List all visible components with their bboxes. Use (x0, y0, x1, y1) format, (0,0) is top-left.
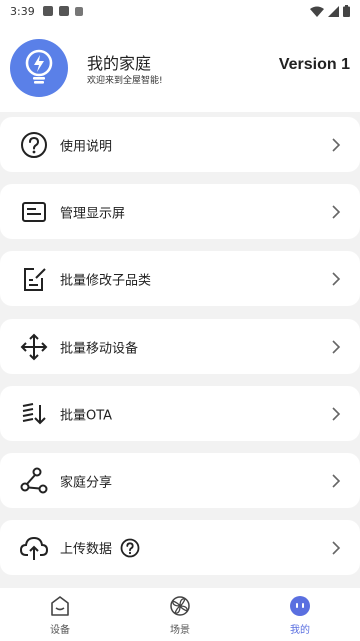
tab-label: 设备 (50, 624, 70, 636)
tab-profile[interactable]: 我的 (240, 588, 360, 641)
lightbulb-icon[interactable] (10, 39, 68, 97)
chevron-right-icon (332, 406, 341, 421)
menu-label: 上传数据 (60, 538, 140, 558)
menu-label: 批量修改子品类 (60, 273, 152, 288)
tab-devices[interactable]: 设备 (0, 588, 120, 641)
menu-label: 家庭分享 (60, 475, 113, 490)
wifi-icon (310, 6, 324, 17)
menu-item-batch-edit-subcategory[interactable]: 批量修改子品类 (0, 251, 360, 306)
menu-label: 管理显示屏 (60, 206, 126, 221)
edit-document-icon (20, 265, 48, 293)
device-icon (48, 594, 72, 618)
display-icon (20, 198, 48, 226)
battery-icon (343, 5, 350, 17)
bottom-tab-bar: 设备 场景 我的 (0, 588, 360, 641)
tab-label: 我的 (290, 624, 310, 636)
menu-item-instructions[interactable]: 使用说明 (0, 117, 360, 172)
chevron-right-icon (332, 271, 341, 286)
tab-label: 场景 (170, 624, 190, 636)
notification-icon (42, 6, 53, 16)
home-title[interactable]: 我的家庭 (87, 50, 151, 74)
chevron-right-icon (332, 204, 341, 219)
help-icon[interactable] (120, 538, 140, 558)
ota-update-icon (20, 400, 48, 428)
status-time: 3:39 (10, 4, 35, 18)
menu-item-family-share[interactable]: 家庭分享 (0, 453, 360, 508)
home-header: 我的家庭 欢迎来到全屋智能! Version 1 (0, 22, 360, 112)
question-circle-icon (20, 131, 48, 159)
home-subtitle: 欢迎来到全屋智能! (87, 76, 163, 86)
menu-item-batch-move-devices[interactable]: 批量移动设备 (0, 319, 360, 374)
notification-icon (58, 6, 69, 16)
menu-item-manage-display[interactable]: 管理显示屏 (0, 184, 360, 239)
notification-icon (74, 6, 83, 16)
move-arrows-icon (20, 333, 48, 361)
signal-icon (328, 5, 339, 17)
version-label: Version 1 (278, 56, 350, 73)
chevron-right-icon (332, 473, 341, 488)
menu-item-batch-ota[interactable]: 批量OTA (0, 386, 360, 441)
chevron-right-icon (332, 540, 341, 555)
menu-item-upload-data[interactable]: 上传数据 (0, 520, 360, 575)
scene-icon (168, 594, 192, 618)
menu-label: 批量OTA (60, 408, 113, 423)
upload-data-label: 上传数据 (60, 542, 113, 557)
profile-icon (288, 594, 312, 618)
tab-scenes[interactable]: 场景 (120, 588, 240, 641)
menu-label: 使用说明 (60, 139, 113, 154)
menu-label: 批量移动设备 (60, 341, 139, 356)
cloud-upload-icon (20, 534, 48, 562)
chevron-right-icon (332, 339, 341, 354)
share-icon (20, 467, 48, 495)
chevron-right-icon (332, 137, 341, 152)
status-bar: 3:39 (0, 0, 360, 22)
